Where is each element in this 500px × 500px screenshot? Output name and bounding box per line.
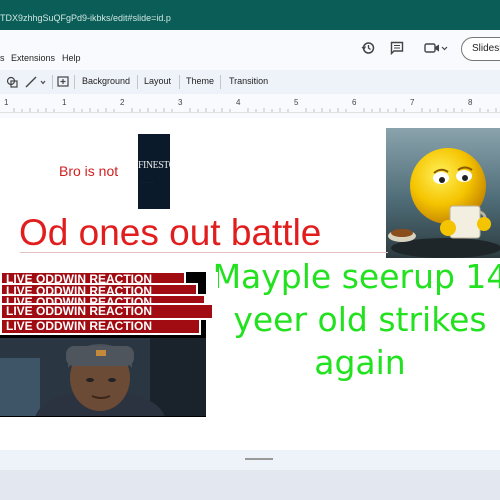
emoji-coffee-image[interactable] xyxy=(386,128,500,258)
url-text[interactable]: TDX9zhhgSuQFgPd9-ikbks/edit#slide=id.p xyxy=(0,13,171,23)
finesto-image[interactable]: FINESTO · · · · · · · xyxy=(138,134,170,209)
toolbar-divider xyxy=(137,75,138,89)
toolbar-divider xyxy=(52,75,53,89)
bro-is-not-text[interactable]: Bro is not xyxy=(59,163,118,179)
ruler-number: 1 xyxy=(4,98,9,107)
layout-button[interactable]: Layout xyxy=(144,76,171,86)
menu-item-extensions[interactable]: Extensions xyxy=(11,53,55,63)
comment-icon[interactable] xyxy=(390,41,404,55)
ruler-ticks xyxy=(13,108,497,112)
green-caption-text[interactable]: Mayple seerup 14 yeer old strikes again xyxy=(210,255,500,384)
toolbar-divider xyxy=(220,75,221,89)
finesto-logo-text: FINESTO xyxy=(138,160,170,171)
ruler-number: 3 xyxy=(178,98,183,107)
ruler-number: 4 xyxy=(236,98,241,107)
banner-stack-edge xyxy=(206,272,218,417)
background-button[interactable]: Background xyxy=(82,76,130,86)
ruler-number: 8 xyxy=(468,98,473,107)
ruler-number: 2 xyxy=(120,98,125,107)
theme-button[interactable]: Theme xyxy=(186,76,214,86)
menu-item-help[interactable]: Help xyxy=(62,53,81,63)
emoji-drinking-icon xyxy=(386,128,500,258)
add-comment-icon[interactable] xyxy=(57,76,69,88)
transition-button[interactable]: Transition xyxy=(229,76,268,86)
ruler-number: 5 xyxy=(294,98,299,107)
menu-item-slide[interactable]: s xyxy=(0,53,5,63)
ruler-number: 6 xyxy=(352,98,357,107)
ruler-number: 1 xyxy=(62,98,67,107)
toolbar-divider xyxy=(179,75,180,89)
slide-title[interactable]: Od ones out battle xyxy=(19,212,321,254)
video-call-icon[interactable] xyxy=(424,42,448,54)
person-video-image xyxy=(0,338,206,416)
title-underline xyxy=(20,252,388,253)
finesto-subtext: · · · · · · · xyxy=(141,180,153,184)
bottom-panel xyxy=(0,470,500,500)
ruler-number: 7 xyxy=(410,98,415,107)
live-reaction-banner[interactable]: LIVE ODDWIN REACTION xyxy=(0,318,201,335)
line-icon[interactable] xyxy=(25,76,49,88)
history-icon[interactable] xyxy=(361,41,375,55)
resize-handle[interactable] xyxy=(245,458,273,460)
slideshow-button[interactable]: Slidesh xyxy=(461,37,500,61)
reaction-video-frame[interactable] xyxy=(0,338,206,416)
shape-icon[interactable] xyxy=(6,76,18,88)
toolbar-divider xyxy=(74,75,75,89)
